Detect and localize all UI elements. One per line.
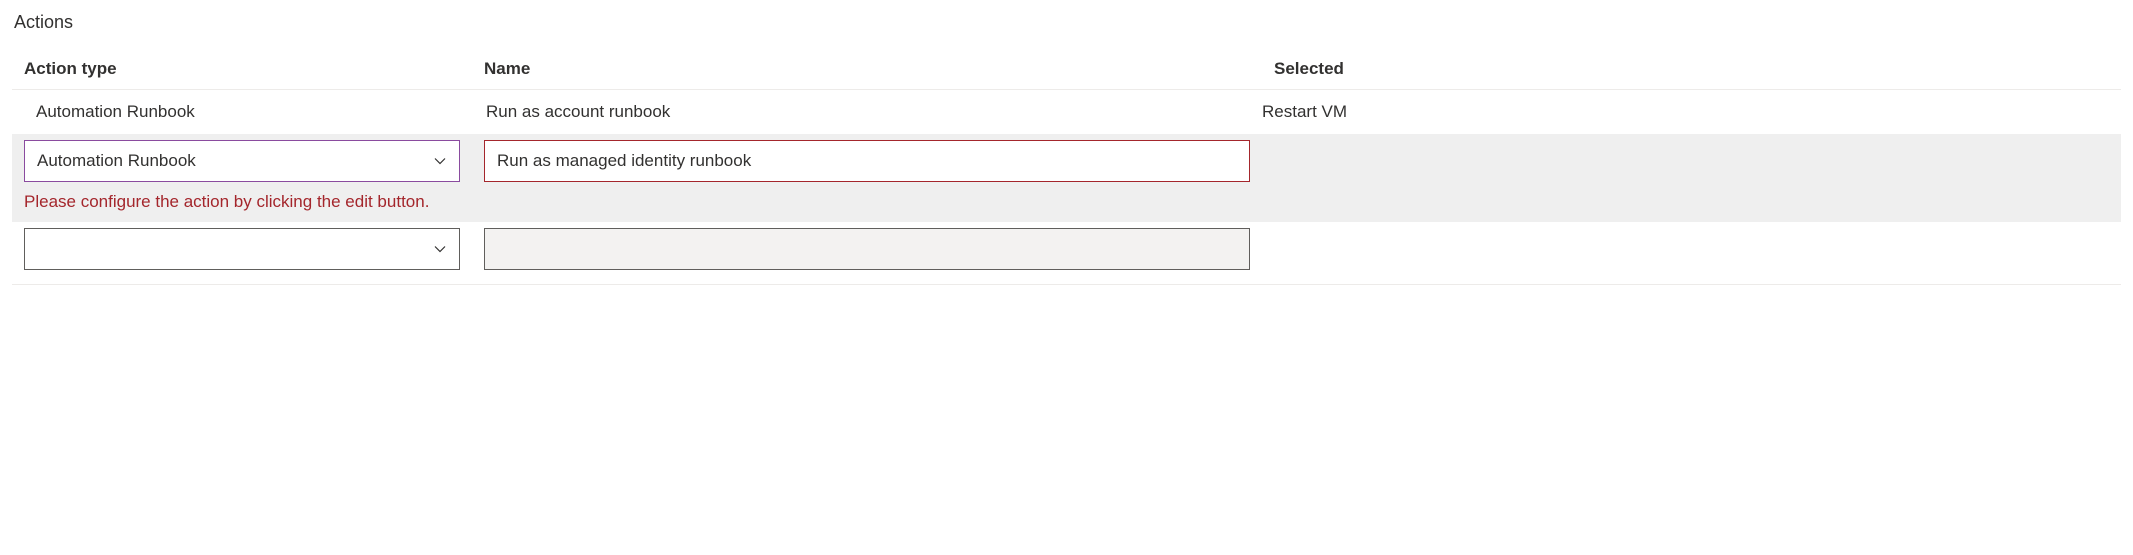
cell-action-type xyxy=(12,222,472,285)
name-input[interactable] xyxy=(484,228,1250,270)
cell-name: Run as account runbook xyxy=(472,90,1262,134)
chevron-down-icon xyxy=(433,154,447,168)
name-input[interactable] xyxy=(484,140,1250,182)
cell-name xyxy=(472,222,1262,285)
cell-selected xyxy=(1262,134,2121,188)
cell-selected xyxy=(1262,222,2121,285)
section-title: Actions xyxy=(12,12,2121,33)
cell-selected: Restart VM xyxy=(1262,90,2121,134)
header-name: Name xyxy=(472,51,1262,90)
chevron-down-icon xyxy=(433,242,447,256)
cell-action-type: Automation Runbook xyxy=(12,90,472,134)
cell-name xyxy=(472,134,1262,188)
actions-table: Action type Name Selected Automation Run… xyxy=(12,51,2121,285)
action-type-dropdown[interactable] xyxy=(24,228,460,270)
dropdown-selected-label: Automation Runbook xyxy=(37,151,433,171)
cell-action-type: Automation Runbook xyxy=(12,134,472,188)
error-message: Please configure the action by clicking … xyxy=(12,188,2121,222)
action-type-dropdown[interactable]: Automation Runbook xyxy=(24,140,460,182)
header-selected: Selected xyxy=(1262,51,2121,90)
header-action-type: Action type xyxy=(12,51,472,90)
